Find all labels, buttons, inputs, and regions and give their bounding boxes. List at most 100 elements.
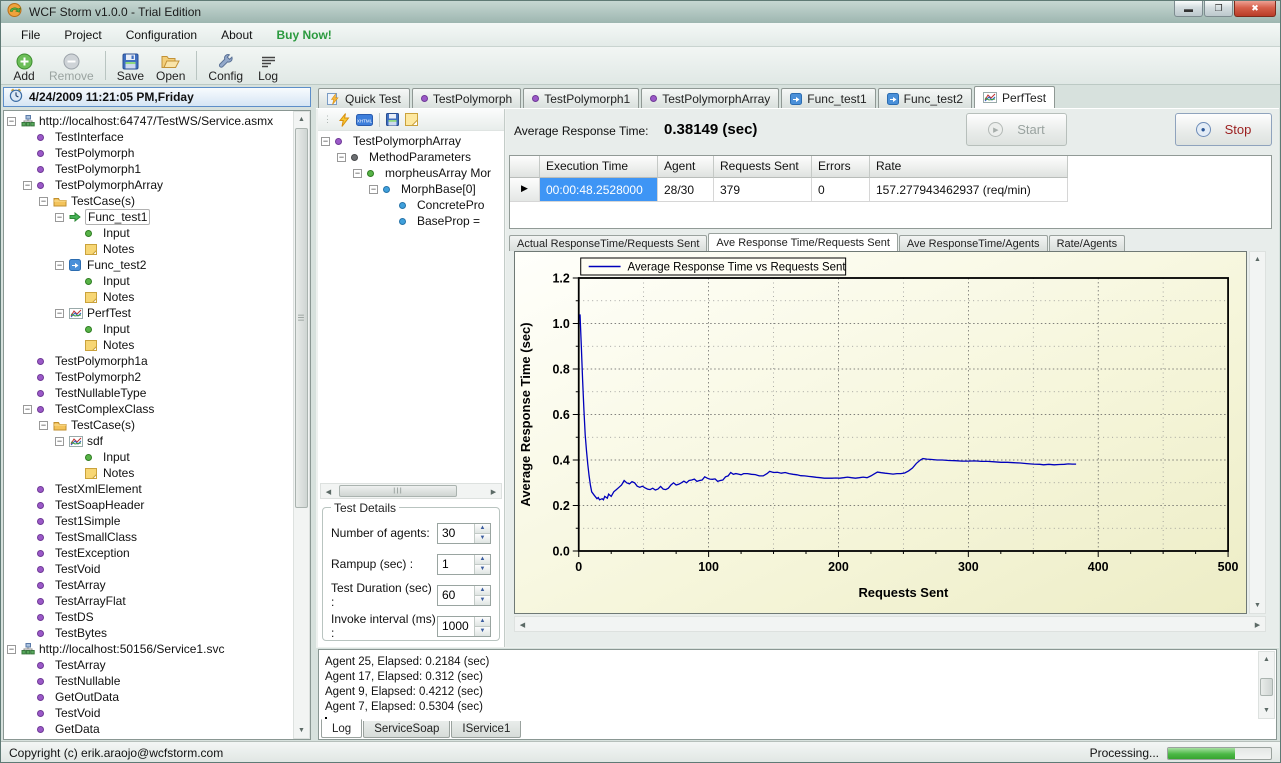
tree-item-notes[interactable]: Notes: [4, 241, 293, 257]
scroll-up-icon[interactable]: ▲: [294, 112, 309, 127]
chart-hscrollbar[interactable]: ◀ ▶: [514, 616, 1266, 632]
grid-cell[interactable]: 157.277943462937 (req/min): [870, 178, 1068, 202]
number-of-agents-stepper[interactable]: ▲▼: [437, 523, 491, 544]
invoke-interval-ms-stepper[interactable]: ▲▼: [437, 616, 491, 637]
tree-item-morpheusarray-mor[interactable]: −morpheusArray Mor: [318, 165, 504, 181]
tree-item-baseprop[interactable]: BaseProp =: [318, 213, 504, 229]
start-button[interactable]: ▶ Start: [966, 113, 1067, 146]
tab-testpolymorph[interactable]: TestPolymorph: [412, 88, 521, 108]
tree-item-testinterface[interactable]: TestInterface: [4, 129, 293, 145]
tree-item-http-localhost-50156-service1-svc[interactable]: −http://localhost:50156/Service1.svc: [4, 641, 293, 657]
menu-buy-now[interactable]: Buy Now!: [264, 25, 343, 45]
scroll-down-icon[interactable]: ▼: [1250, 598, 1265, 613]
scroll-right-icon[interactable]: ▶: [486, 484, 501, 499]
tree-item-testarray[interactable]: TestArray: [4, 577, 293, 593]
tree-item-testcase-s[interactable]: −TestCase(s): [4, 193, 293, 209]
scroll-up-icon[interactable]: ▲: [1259, 652, 1274, 667]
tree-item-getoutdata[interactable]: GetOutData: [4, 689, 293, 705]
minimize-button[interactable]: ▬: [1174, 1, 1203, 17]
export-icon[interactable]: [405, 113, 418, 126]
log-scrollbar[interactable]: ▲ ▼: [1258, 651, 1275, 719]
grid-cell[interactable]: 379: [714, 178, 812, 202]
lightning-icon[interactable]: [338, 113, 350, 127]
collapse-toggle-icon[interactable]: −: [369, 185, 378, 194]
spin-up-icon[interactable]: ▲: [475, 524, 490, 534]
tree-item-testexception[interactable]: TestException: [4, 545, 293, 561]
grid-cell[interactable]: 28/30: [658, 178, 714, 202]
spin-down-icon[interactable]: ▼: [475, 596, 490, 605]
close-button[interactable]: ✖: [1234, 1, 1276, 17]
chart-tab-rate-agents[interactable]: Rate/Agents: [1049, 235, 1126, 251]
tab-testpolymorpharray[interactable]: TestPolymorphArray: [641, 88, 779, 108]
tree-item-testnullable[interactable]: TestNullable: [4, 673, 293, 689]
scrollbar-thumb[interactable]: ☰: [295, 128, 308, 508]
log-tab-iservice1[interactable]: IService1: [451, 721, 521, 738]
tree-item-testsmallclass[interactable]: TestSmallClass: [4, 529, 293, 545]
tree-item-testpolymorph1a[interactable]: TestPolymorph1a: [4, 353, 293, 369]
tree-item-input[interactable]: Input: [4, 321, 293, 337]
collapse-toggle-icon[interactable]: −: [55, 437, 64, 446]
spin-down-icon[interactable]: ▼: [475, 627, 490, 636]
column-header-requests-sent[interactable]: Requests Sent: [714, 156, 812, 178]
row-selector-arrow[interactable]: ▶: [510, 178, 540, 202]
tree-item-testds[interactable]: TestDS: [4, 609, 293, 625]
menu-file[interactable]: File: [9, 25, 52, 45]
chart-vscrollbar[interactable]: ▲ ▼: [1249, 251, 1266, 614]
tree-item-notes[interactable]: Notes: [4, 465, 293, 481]
column-header-agent[interactable]: Agent: [658, 156, 714, 178]
log-button[interactable]: Log: [249, 47, 287, 84]
tree-item-notes[interactable]: Notes: [4, 337, 293, 353]
log-tab-servicesoap[interactable]: ServiceSoap: [363, 721, 450, 738]
save-sm-icon[interactable]: [386, 113, 399, 126]
scrollbar-thumb[interactable]: III: [339, 485, 457, 497]
collapse-toggle-icon[interactable]: −: [39, 197, 48, 206]
stop-button[interactable]: ● Stop: [1175, 113, 1272, 146]
column-header-rate[interactable]: Rate: [870, 156, 1068, 178]
tree-item-getdata[interactable]: GetData: [4, 721, 293, 737]
test-duration-sec-input[interactable]: [438, 586, 474, 605]
collapse-toggle-icon[interactable]: −: [353, 169, 362, 178]
tree-item-testcase-s[interactable]: −TestCase(s): [4, 417, 293, 433]
tree-item-sdf[interactable]: −sdf: [4, 433, 293, 449]
scroll-right-icon[interactable]: ▶: [1250, 617, 1265, 632]
open-button[interactable]: Open: [150, 47, 191, 84]
column-header-execution-time[interactable]: Execution Time: [540, 156, 658, 178]
tree-item-testsoapheader[interactable]: TestSoapHeader: [4, 497, 293, 513]
tree-item-testarray[interactable]: TestArray: [4, 657, 293, 673]
spin-up-icon[interactable]: ▲: [475, 586, 490, 596]
collapse-toggle-icon[interactable]: −: [55, 309, 64, 318]
add-button[interactable]: Add: [5, 47, 43, 84]
collapse-toggle-icon[interactable]: −: [23, 405, 32, 414]
chart-tab-ave-response-time-requests-sent[interactable]: Ave Response Time/Requests Sent: [708, 233, 897, 251]
log-tab-log[interactable]: Log: [321, 719, 362, 738]
tree-item-perftest[interactable]: −PerfTest: [4, 305, 293, 321]
collapse-toggle-icon[interactable]: −: [7, 645, 16, 654]
collapse-toggle-icon[interactable]: −: [7, 117, 16, 126]
grid-cell[interactable]: 0: [812, 178, 870, 202]
grid-cell[interactable]: 00:00:48.2528000: [540, 178, 658, 202]
tree-item-test1simple[interactable]: Test1Simple: [4, 513, 293, 529]
collapse-toggle-icon[interactable]: −: [321, 137, 330, 146]
tab-perftest[interactable]: PerfTest: [974, 86, 1055, 108]
tree-item-testpolymorph[interactable]: TestPolymorph: [4, 145, 293, 161]
tree-item-input[interactable]: Input: [4, 273, 293, 289]
tab-func-test2[interactable]: Func_test2: [878, 88, 972, 108]
tree-item-testnullabletype[interactable]: TestNullableType: [4, 385, 293, 401]
tree-item-input[interactable]: Input: [4, 449, 293, 465]
grid-data-row[interactable]: ▶00:00:48.252800028/303790157.2779434629…: [510, 178, 1271, 202]
test-duration-sec-stepper[interactable]: ▲▼: [437, 585, 491, 606]
spin-down-icon[interactable]: ▼: [475, 534, 490, 543]
chart-tab-ave-responsetime-agents[interactable]: Ave ResponseTime/Agents: [899, 235, 1048, 251]
tree-item-notes[interactable]: Notes: [4, 289, 293, 305]
collapse-toggle-icon[interactable]: −: [23, 181, 32, 190]
collapse-toggle-icon[interactable]: −: [55, 213, 64, 222]
collapse-toggle-icon[interactable]: −: [337, 153, 346, 162]
invoke-interval-ms-input[interactable]: [438, 617, 474, 636]
menu-about[interactable]: About: [209, 25, 264, 45]
scroll-left-icon[interactable]: ◀: [515, 617, 530, 632]
tree-item-input[interactable]: Input: [4, 225, 293, 241]
column-header-errors[interactable]: Errors: [812, 156, 870, 178]
tree-item-testxmlelement[interactable]: TestXmlElement: [4, 481, 293, 497]
tree-item-methodparameters[interactable]: −MethodParameters: [318, 149, 504, 165]
scrollbar-thumb[interactable]: [1260, 678, 1273, 696]
